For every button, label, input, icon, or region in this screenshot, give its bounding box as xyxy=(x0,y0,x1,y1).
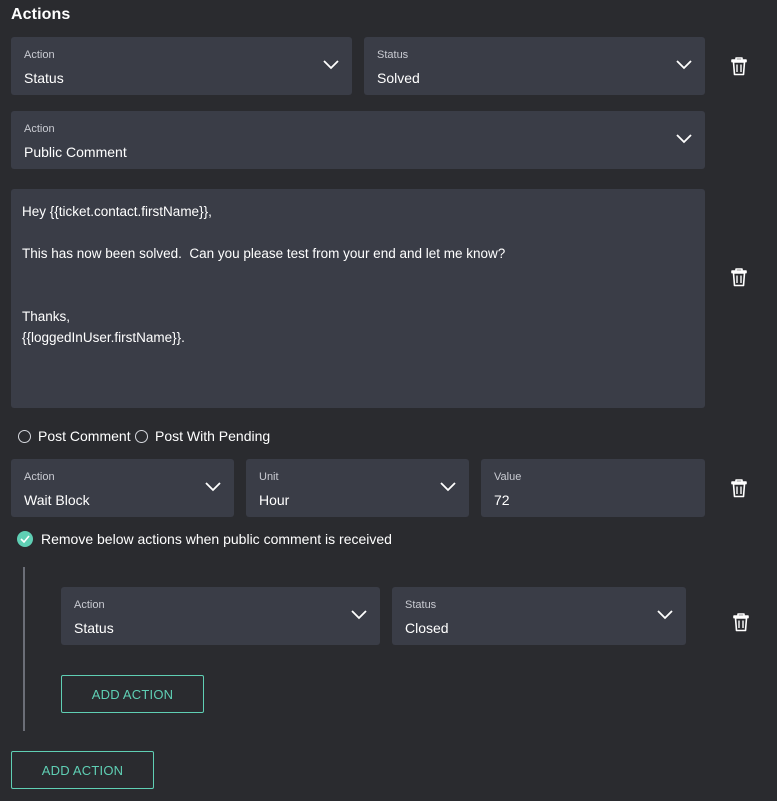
nested-action-select[interactable]: Action Status xyxy=(61,587,380,645)
action-select-1[interactable]: Action Status xyxy=(11,37,352,95)
value-input[interactable]: Value 72 xyxy=(481,459,705,517)
nested-status-select[interactable]: Status Closed xyxy=(392,587,686,645)
radio-label: Post With Pending xyxy=(155,428,271,444)
nested-branch-line xyxy=(23,567,25,731)
status-select-1[interactable]: Status Solved xyxy=(364,37,705,95)
radio-circle xyxy=(135,429,148,443)
chevron-down-icon xyxy=(676,60,692,70)
field-value: Public Comment xyxy=(24,144,127,160)
chevron-down-icon xyxy=(657,610,673,620)
field-label: Status xyxy=(377,49,409,61)
field-label: Unit xyxy=(259,471,279,483)
chevron-down-icon xyxy=(676,134,692,144)
trash-icon[interactable] xyxy=(730,267,748,287)
add-action-button[interactable]: ADD ACTION xyxy=(11,751,154,789)
checkbox-label: Remove below actions when public comment… xyxy=(41,531,392,547)
action-select-3[interactable]: Action Wait Block xyxy=(11,459,234,517)
radio-label: Post Comment xyxy=(38,428,131,444)
field-value: Status xyxy=(24,70,64,86)
chevron-down-icon xyxy=(205,482,221,492)
chevron-down-icon xyxy=(351,610,367,620)
field-label: Action xyxy=(24,123,55,135)
field-label: Action xyxy=(24,49,55,61)
field-value: Status xyxy=(74,620,114,636)
field-value: Wait Block xyxy=(24,492,90,508)
comment-textarea[interactable]: Hey {{ticket.contact.firstName}}, This h… xyxy=(11,189,705,408)
remove-below-actions-checkbox[interactable]: Remove below actions when public comment… xyxy=(17,531,392,547)
radio-post-with-pending[interactable]: Post With Pending xyxy=(135,428,270,444)
trash-icon[interactable] xyxy=(732,612,750,632)
field-value: 72 xyxy=(494,492,510,508)
radio-circle xyxy=(18,429,31,443)
section-title: Actions xyxy=(11,6,71,23)
check-icon xyxy=(17,531,33,547)
field-value: Hour xyxy=(259,492,290,508)
action-select-2[interactable]: Action Public Comment xyxy=(11,111,705,169)
nested-add-action-button[interactable]: ADD ACTION xyxy=(61,675,204,713)
radio-post-comment[interactable]: Post Comment xyxy=(18,428,131,444)
field-value: Closed xyxy=(405,620,449,636)
field-label: Action xyxy=(24,471,55,483)
field-label: Status xyxy=(405,599,437,611)
field-value: Solved xyxy=(377,70,420,86)
unit-select[interactable]: Unit Hour xyxy=(246,459,469,517)
chevron-down-icon xyxy=(323,60,339,70)
chevron-down-icon xyxy=(440,482,456,492)
trash-icon[interactable] xyxy=(730,56,748,76)
field-label: Action xyxy=(74,599,105,611)
field-label: Value xyxy=(494,471,522,483)
trash-icon[interactable] xyxy=(730,478,748,498)
